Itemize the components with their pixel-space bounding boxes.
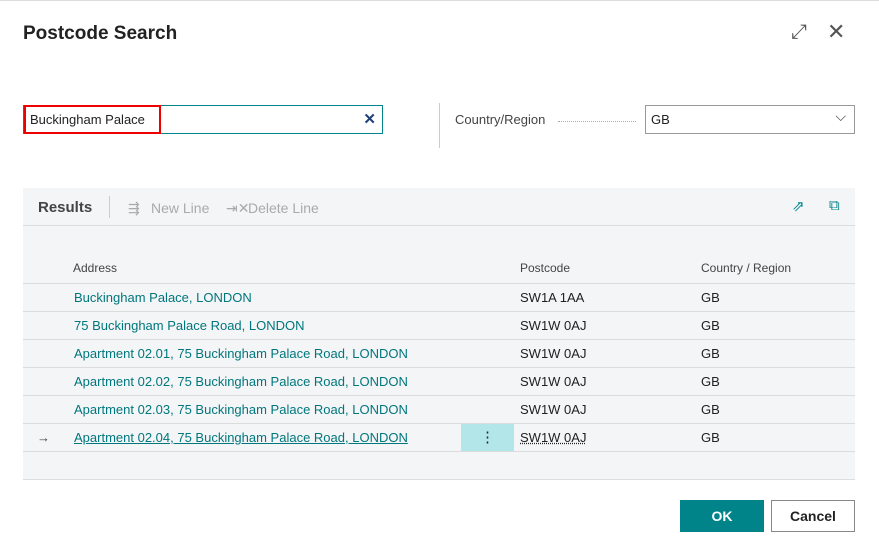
- country-cell: GB: [701, 374, 720, 389]
- new-line-icon: ⇶: [128, 200, 140, 216]
- postcode-cell: SW1W 0AJ: [520, 374, 587, 389]
- divider: [439, 103, 440, 148]
- delete-line-button[interactable]: Delete Line: [248, 200, 319, 216]
- delete-line-icon: ⇥✕: [226, 200, 250, 216]
- column-header-postcode[interactable]: Postcode: [520, 261, 570, 275]
- cancel-button[interactable]: Cancel: [771, 500, 855, 532]
- address-cell[interactable]: Apartment 02.01, 75 Buckingham Palace Ro…: [74, 346, 408, 361]
- row-divider: [23, 451, 855, 452]
- divider: [109, 196, 110, 218]
- search-input[interactable]: Buckingham Palace ✕: [23, 105, 383, 134]
- search-value[interactable]: Buckingham Palace: [24, 105, 161, 134]
- table-row[interactable]: → ⋮ Apartment 02.04, 75 Buckingham Palace …: [23, 423, 855, 451]
- clear-search-icon[interactable]: ✕: [363, 110, 376, 128]
- current-row-arrow-icon: →: [37, 430, 50, 445]
- new-line-button[interactable]: New Line: [151, 200, 209, 216]
- table-row[interactable]: Apartment 02.03, 75 Buckingham Palace Ro…: [23, 395, 855, 423]
- column-header-address[interactable]: Address: [73, 261, 117, 275]
- address-cell[interactable]: Apartment 02.03, 75 Buckingham Palace Ro…: [74, 402, 408, 417]
- country-value: GB: [651, 112, 670, 127]
- expand-icon[interactable]: ⤢: [791, 21, 807, 44]
- table-row[interactable]: Apartment 02.02, 75 Buckingham Palace Ro…: [23, 367, 855, 395]
- close-icon[interactable]: ✕: [827, 19, 845, 45]
- ok-button[interactable]: OK: [680, 500, 764, 532]
- results-toolbar: Results ⇶ New Line ⇥✕ Delete Line ⇗ ⧉: [23, 188, 855, 226]
- table-row[interactable]: 75 Buckingham Palace Road, LONDON SW1W 0A…: [23, 311, 855, 339]
- country-cell: GB: [701, 402, 720, 417]
- country-cell: GB: [701, 346, 720, 361]
- address-cell[interactable]: 75 Buckingham Palace Road, LONDON: [74, 318, 305, 333]
- postcode-cell: SW1W 0AJ: [520, 402, 587, 417]
- country-label: Country/Region: [455, 112, 546, 127]
- label-dots: [558, 121, 636, 122]
- postcode-cell: SW1W 0AJ: [520, 346, 587, 361]
- country-select[interactable]: GB ⌵: [645, 105, 855, 134]
- address-cell[interactable]: Apartment 02.04, 75 Buckingham Palace Ro…: [74, 430, 408, 445]
- postcode-cell: SW1A 1AA: [520, 290, 585, 305]
- results-title: Results: [38, 199, 93, 216]
- table-row[interactable]: Buckingham Palace, LONDON SW1A 1AA GB: [23, 283, 855, 311]
- postcode-cell: SW1W 0AJ: [520, 430, 587, 445]
- results-panel: Results ⇶ New Line ⇥✕ Delete Line ⇗ ⧉ Ad…: [23, 188, 855, 480]
- address-cell[interactable]: Buckingham Palace, LONDON: [74, 290, 252, 305]
- country-cell: GB: [701, 318, 720, 333]
- share-icon[interactable]: ⇗: [792, 197, 805, 215]
- country-cell: GB: [701, 290, 720, 305]
- address-cell[interactable]: Apartment 02.02, 75 Buckingham Palace Ro…: [74, 374, 408, 389]
- country-cell: GB: [701, 430, 720, 445]
- chevron-down-icon: ⌵: [835, 108, 846, 124]
- table-row[interactable]: Apartment 02.01, 75 Buckingham Palace Ro…: [23, 339, 855, 367]
- column-header-country[interactable]: Country / Region: [701, 261, 791, 275]
- dialog-title: Postcode Search: [23, 23, 178, 44]
- postcode-cell: SW1W 0AJ: [520, 318, 587, 333]
- row-actions-button[interactable]: ⋮: [461, 424, 514, 451]
- open-in-page-icon[interactable]: ⧉: [829, 197, 840, 214]
